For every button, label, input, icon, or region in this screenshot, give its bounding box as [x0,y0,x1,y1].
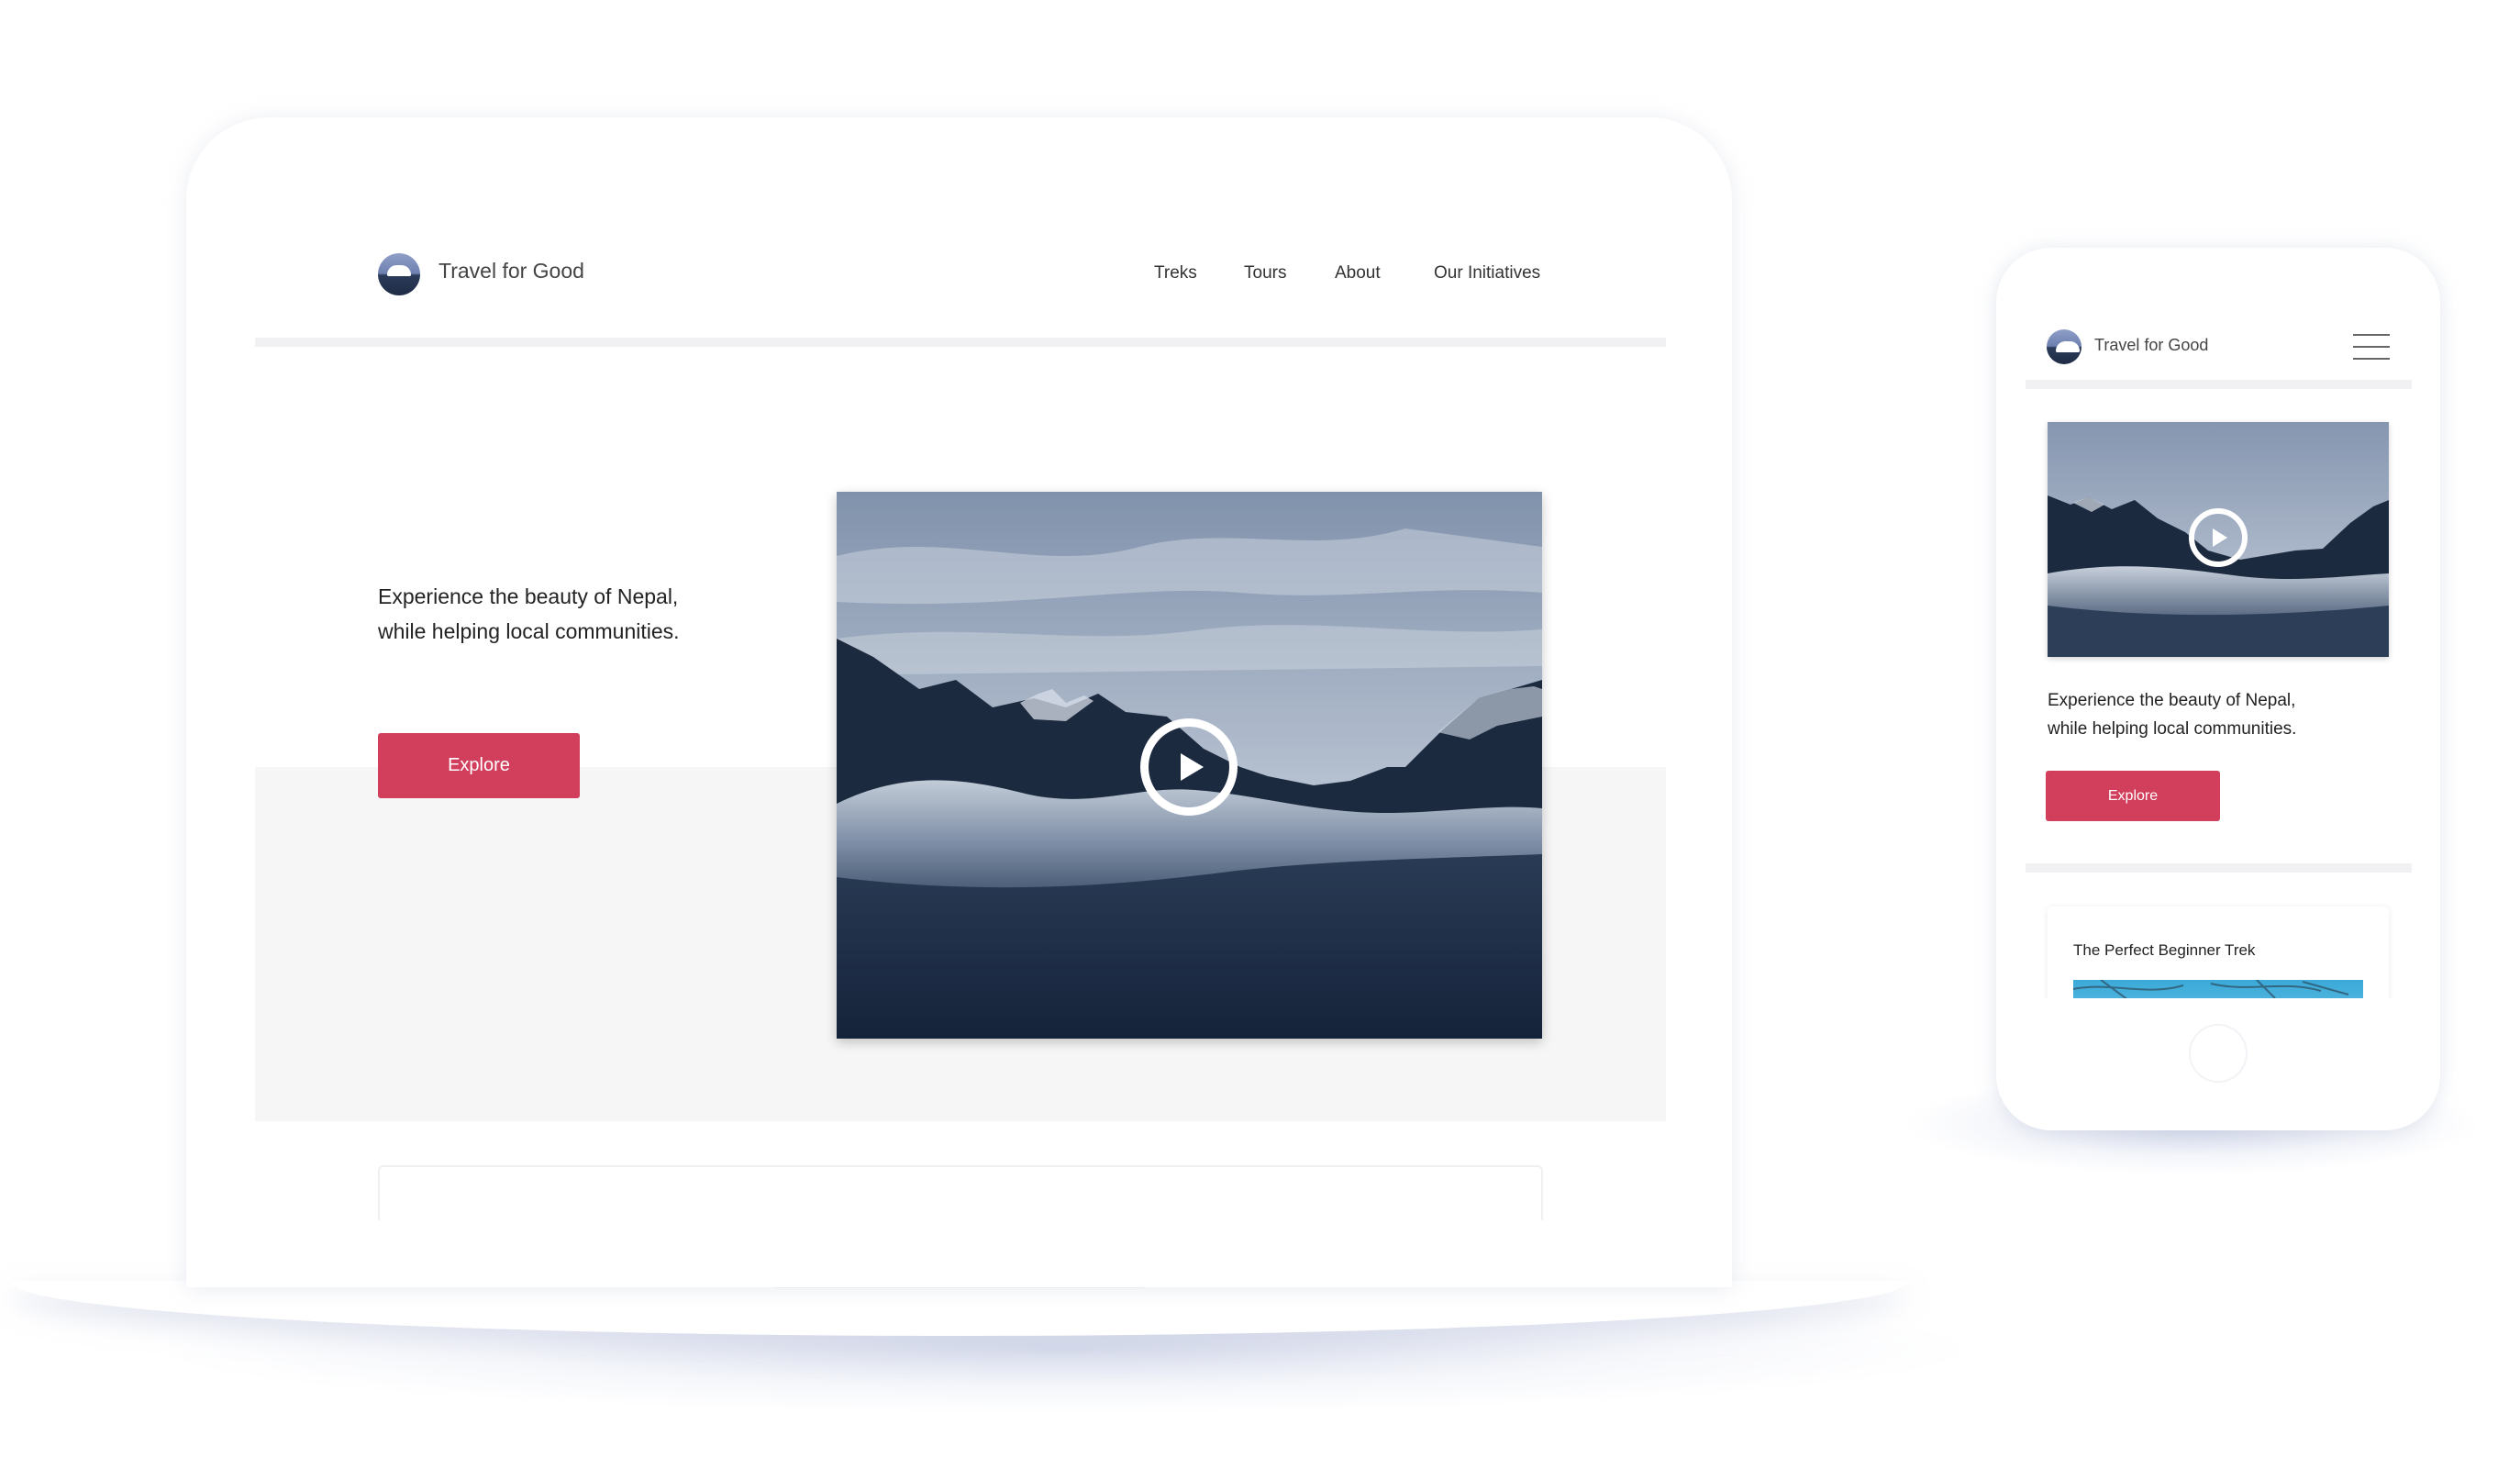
brand-name[interactable]: Travel for Good [2094,336,2208,355]
content-card-preview [378,1165,1543,1220]
mountain-logo-icon[interactable] [378,253,420,295]
brand-name[interactable]: Travel for Good [439,259,584,284]
mobile-section-divider [2026,863,2412,873]
nav-item-treks[interactable]: Treks [1154,263,1197,284]
hamburger-menu-icon[interactable] [2353,334,2390,360]
mountain-logo-icon[interactable] [2047,329,2081,364]
mobile-tagline-line-2: while helping local communities. [2048,719,2297,740]
play-triangle-icon [2213,528,2227,547]
nav-item-tours[interactable]: Tours [1244,263,1286,284]
play-icon[interactable] [1140,718,1238,816]
nav-item-our-initiatives[interactable]: Our Initiatives [1434,263,1540,284]
mobile-hero-tagline: Experience the beauty of Nepal, while he… [2048,686,2296,744]
mobile-header-divider [2026,380,2412,389]
hero-tagline-line-2: while helping local communities. [378,618,680,643]
mobile-hero-video[interactable] [2048,422,2389,657]
play-icon[interactable] [2189,508,2248,567]
nav-item-about[interactable]: About [1335,263,1381,284]
hero-tagline: Experience the beauty of Nepal, while he… [378,580,680,649]
hero-video[interactable] [837,492,1542,1039]
trek-card-image [2073,980,2363,998]
mobile-tagline-line-1: Experience the beauty of Nepal, [2048,691,2296,710]
hero-tagline-line-1: Experience the beauty of Nepal, [378,584,679,608]
play-triangle-icon [1180,753,1204,781]
tree-branches-image [2073,980,2349,998]
trek-card-title: The Perfect Beginner Trek [2073,941,2256,959]
laptop-screen: Travel for Good Treks Tours About Our In… [255,174,1666,1220]
header-divider [255,338,1666,347]
phone-screen: Travel for Good Experience the beauty of… [2026,305,2412,998]
mobile-explore-button[interactable]: Explore [2046,771,2220,821]
trek-card[interactable]: The Perfect Beginner Trek [2048,906,2389,998]
phone-home-button[interactable] [2189,1024,2248,1083]
explore-button[interactable]: Explore [378,733,580,798]
